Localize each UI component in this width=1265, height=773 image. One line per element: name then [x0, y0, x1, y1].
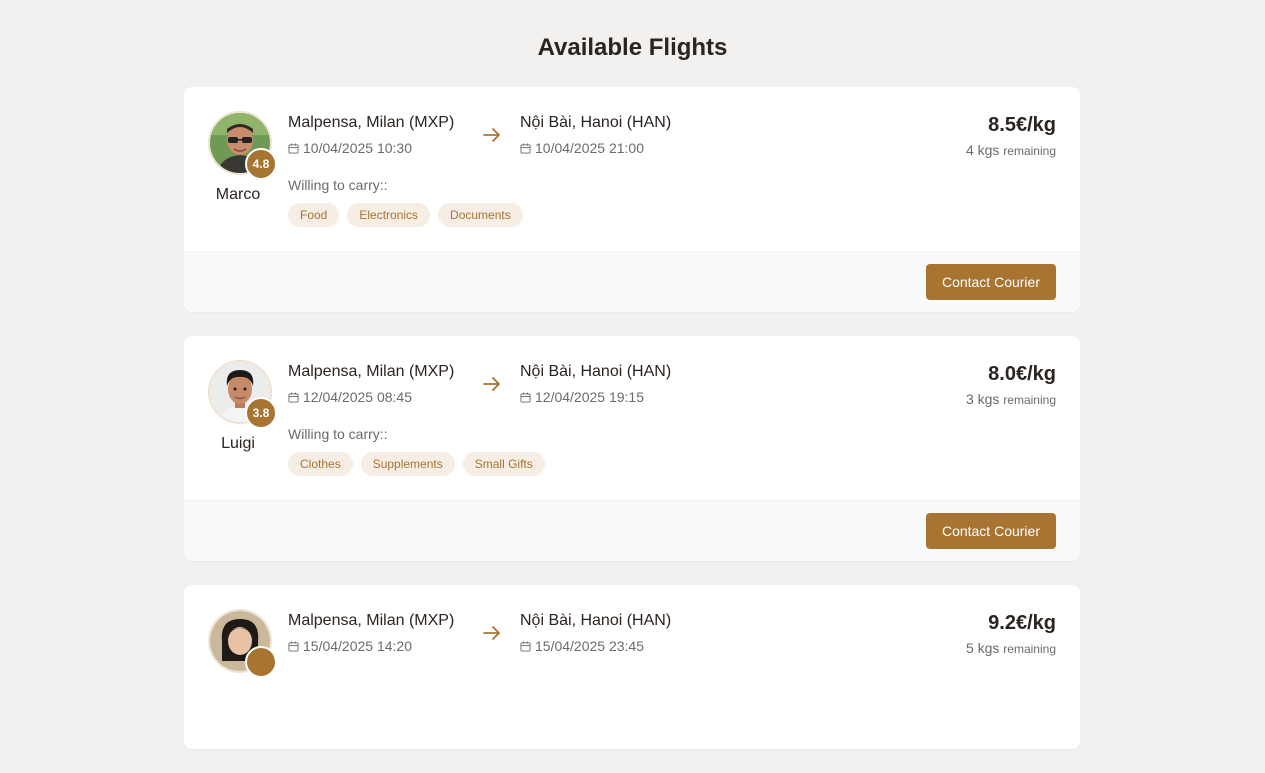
arrival: Nội Bài, Hanoi (HAN) 10/04/2025 21:00	[520, 113, 671, 156]
price-box: 8.5€/kg 4 kgs remaining	[966, 113, 1056, 158]
courier-profile[interactable]	[208, 609, 277, 678]
departure-datetime: 15/04/2025 14:20	[303, 638, 412, 654]
item-tags: Clothes Supplements Small Gifts	[288, 452, 545, 476]
calendar-icon	[288, 142, 299, 154]
price: 8.5€/kg	[988, 114, 1056, 136]
item-tag: Documents	[438, 203, 523, 227]
willing-label: Willing to carry::	[288, 426, 388, 442]
contact-courier-button[interactable]: Contact Courier	[925, 513, 1056, 549]
arrival-airport: Nội Bài, Hanoi (HAN)	[520, 612, 672, 629]
flight-card: 4.8 Marco Malpensa, Milan (MXP) 10/04/20…	[184, 87, 1080, 312]
courier-profile[interactable]: 3.8 Luigi	[208, 360, 277, 453]
departure-airport: Malpensa, Milan (MXP)	[288, 114, 455, 131]
arrival-datetime: 15/04/2025 23:45	[535, 638, 644, 654]
courier-profile[interactable]: 4.8 Marco	[208, 111, 277, 204]
rating-badge: 4.8	[245, 148, 277, 180]
calendar-icon	[520, 391, 531, 403]
arrival: Nội Bài, Hanoi (HAN) 12/04/2025 19:15	[520, 362, 671, 405]
departure-datetime: 10/04/2025 10:30	[303, 140, 412, 156]
item-tag: Electronics	[347, 203, 431, 227]
item-tag: Supplements	[360, 452, 455, 476]
departure-datetime: 12/04/2025 08:45	[303, 389, 412, 405]
price: 9.2€/kg	[988, 612, 1056, 634]
item-tag: Small Gifts	[462, 452, 545, 476]
capacity-remaining: 5 kgs remaining	[965, 640, 1056, 656]
rating-badge: 3.8	[245, 397, 277, 429]
flight-card: Malpensa, Milan (MXP) 15/04/2025 14:20 N…	[184, 585, 1080, 749]
price-box: 9.2€/kg 5 kgs remaining	[966, 611, 1056, 656]
willing-label: Willing to carry::	[288, 177, 388, 193]
calendar-icon	[288, 640, 299, 652]
arrival-airport: Nội Bài, Hanoi (HAN)	[520, 363, 672, 380]
price-box: 8.0€/kg 3 kgs remaining	[966, 362, 1056, 407]
arrow-right-icon	[483, 377, 500, 391]
arrow-right-icon	[483, 626, 500, 640]
rating-badge	[245, 646, 277, 678]
arrow-right-icon	[483, 128, 500, 142]
arrival-datetime: 10/04/2025 21:00	[535, 140, 644, 156]
calendar-icon	[520, 142, 531, 154]
departure: Malpensa, Milan (MXP) 10/04/2025 10:30	[288, 113, 454, 156]
capacity-remaining: 4 kgs remaining	[965, 142, 1056, 158]
flight-list: 4.8 Marco Malpensa, Milan (MXP) 10/04/20…	[184, 87, 1080, 773]
calendar-icon	[288, 391, 299, 403]
card-footer: Contact Courier	[184, 500, 1080, 561]
arrival-airport: Nội Bài, Hanoi (HAN)	[520, 114, 672, 131]
contact-courier-button[interactable]: Contact Courier	[925, 264, 1056, 300]
page-title: Available Flights	[537, 34, 728, 61]
departure: Malpensa, Milan (MXP) 15/04/2025 14:20	[288, 611, 454, 654]
flight-card: 3.8 Luigi Malpensa, Milan (MXP) 12/04/20…	[184, 336, 1080, 561]
arrival-datetime: 12/04/2025 19:15	[535, 389, 644, 405]
item-tags: Food Electronics Documents	[288, 203, 523, 227]
price: 8.0€/kg	[988, 363, 1056, 385]
card-footer: Contact Courier	[184, 251, 1080, 312]
arrival: Nội Bài, Hanoi (HAN) 15/04/2025 23:45	[520, 611, 671, 654]
departure-airport: Malpensa, Milan (MXP)	[288, 612, 455, 629]
courier-name: Marco	[215, 186, 261, 203]
departure-airport: Malpensa, Milan (MXP)	[288, 363, 455, 380]
calendar-icon	[520, 640, 531, 652]
item-tag: Food	[288, 203, 340, 227]
capacity-remaining: 3 kgs remaining	[965, 391, 1056, 407]
departure: Malpensa, Milan (MXP) 12/04/2025 08:45	[288, 362, 454, 405]
courier-name: Luigi	[221, 435, 255, 452]
item-tag: Clothes	[288, 452, 353, 476]
